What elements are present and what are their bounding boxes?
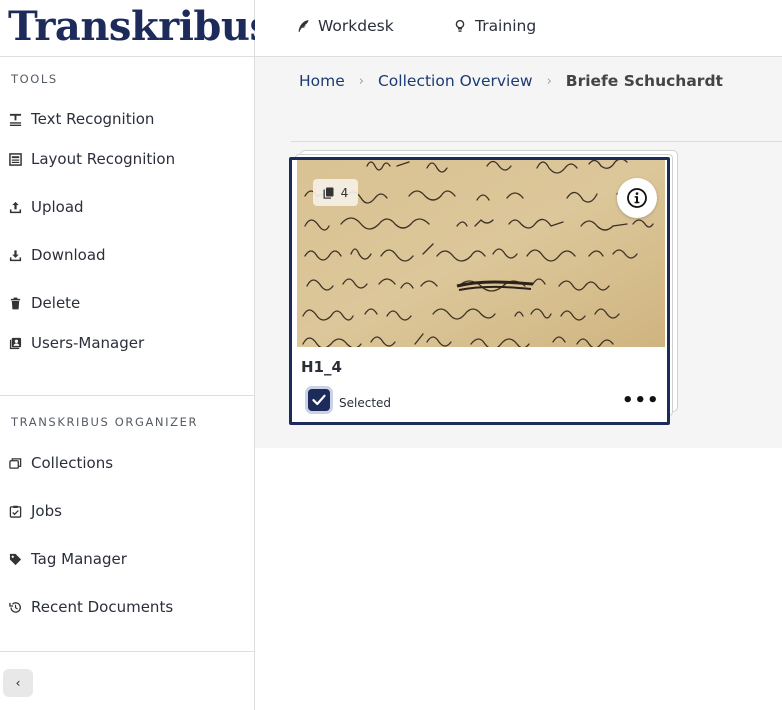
checkmark-icon xyxy=(312,394,326,406)
jobs-icon xyxy=(8,504,22,518)
sidebar-item-collections[interactable]: Collections xyxy=(0,451,113,475)
sidebar-item-label: Users-Manager xyxy=(31,334,145,352)
collapse-sidebar-button[interactable]: ‹ xyxy=(3,669,33,697)
download-icon xyxy=(8,248,22,262)
sidebar-item-tag-manager[interactable]: Tag Manager xyxy=(0,547,127,571)
sidebar-item-label: Recent Documents xyxy=(31,598,174,616)
chevron-left-icon: ‹ xyxy=(15,676,21,690)
users-manager-icon xyxy=(8,336,22,350)
feather-icon xyxy=(296,19,310,33)
logo-text: Transkribus xyxy=(8,3,272,50)
trash-icon xyxy=(8,296,22,310)
breadcrumb-current: Briefe Schuchardt xyxy=(565,72,723,90)
nav-workdesk[interactable]: Workdesk xyxy=(296,17,394,35)
lightbulb-icon xyxy=(453,19,467,33)
logo-area: Transkribus® xyxy=(0,0,281,57)
page-count-badge: 4 xyxy=(313,179,358,206)
sidebar-item-label: Tag Manager xyxy=(31,550,127,568)
sidebar-divider xyxy=(0,395,254,396)
breadcrumb-separator-icon: › xyxy=(358,73,364,89)
sidebar-item-upload[interactable]: Upload xyxy=(0,195,84,219)
transkribus-logo[interactable]: Transkribus® xyxy=(8,7,281,47)
collections-icon xyxy=(8,456,22,470)
info-button[interactable] xyxy=(617,178,657,218)
sidebar-item-jobs[interactable]: Jobs xyxy=(0,499,62,523)
breadcrumb-collection-overview[interactable]: Collection Overview xyxy=(378,72,533,90)
page-count: 4 xyxy=(340,185,349,200)
sidebar-item-label: Text Recognition xyxy=(31,110,155,128)
document-card[interactable]: 4 H1_4 Selected ••• xyxy=(289,157,670,425)
top-navigation: Workdesk Training xyxy=(255,0,782,57)
nav-label: Training xyxy=(475,17,537,35)
nav-label: Workdesk xyxy=(318,17,394,35)
sidebar-item-label: Jobs xyxy=(31,502,62,520)
layout-recognition-icon xyxy=(8,152,22,166)
info-icon xyxy=(627,188,647,208)
sidebar-item-download[interactable]: Download xyxy=(0,243,106,267)
history-icon xyxy=(8,600,22,614)
sidebar-item-label: Download xyxy=(31,246,106,264)
document-title: H1_4 xyxy=(301,358,342,376)
sidebar-item-users-manager[interactable]: Users-Manager xyxy=(0,331,144,355)
sidebar-item-label: Delete xyxy=(31,294,81,312)
sidebar-item-recent-documents[interactable]: Recent Documents xyxy=(0,595,173,619)
sidebar-divider xyxy=(0,651,254,652)
tag-icon xyxy=(8,552,22,566)
sidebar: Transkribus® TOOLS Text Recognition Layo… xyxy=(0,0,281,710)
more-options-icon: ••• xyxy=(622,390,660,411)
breadcrumb-home[interactable]: Home xyxy=(299,72,345,90)
pages-icon xyxy=(323,187,334,199)
breadcrumb: Home › Collection Overview › Briefe Schu… xyxy=(299,72,723,90)
breadcrumb-separator-icon: › xyxy=(546,73,552,89)
nav-training[interactable]: Training xyxy=(453,17,536,35)
sidebar-item-label: Upload xyxy=(31,198,84,216)
content-divider xyxy=(291,141,782,142)
sidebar-item-delete[interactable]: Delete xyxy=(0,291,80,315)
sidebar-item-layout-recognition[interactable]: Layout Recognition xyxy=(0,147,175,171)
sidebar-item-label: Collections xyxy=(31,454,114,472)
select-checkbox[interactable] xyxy=(308,389,330,411)
tools-section-title: TOOLS xyxy=(11,72,58,86)
more-options-button[interactable]: ••• xyxy=(622,392,660,410)
document-thumbnail: 4 xyxy=(297,160,665,347)
sidebar-item-label: Layout Recognition xyxy=(31,150,176,168)
upload-icon xyxy=(8,200,22,214)
text-recognition-icon xyxy=(8,112,22,126)
selected-label: Selected xyxy=(339,396,392,410)
sidebar-item-text-recognition[interactable]: Text Recognition xyxy=(0,107,154,131)
organizer-section-title: TRANSKRIBUS ORGANIZER xyxy=(11,415,199,429)
